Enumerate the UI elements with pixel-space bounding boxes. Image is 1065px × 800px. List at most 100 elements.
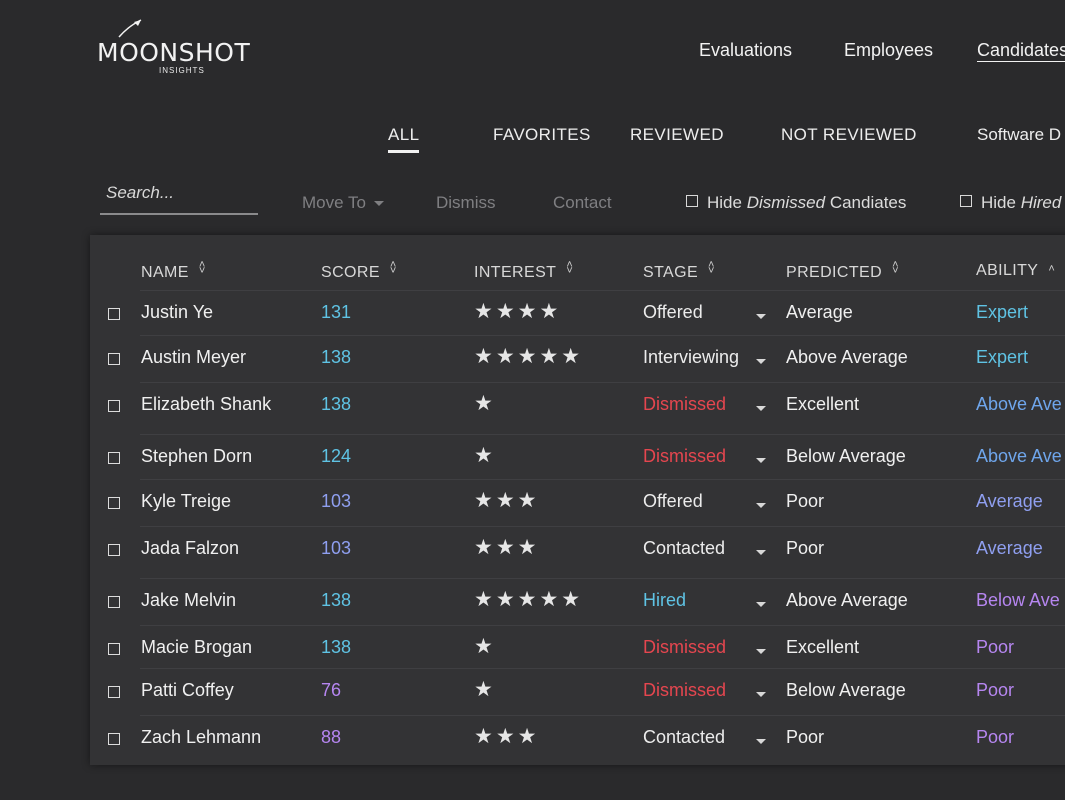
candidate-stage[interactable]: Interviewing [643, 347, 739, 368]
row-checkbox[interactable] [108, 596, 120, 608]
candidate-score: 76 [321, 680, 342, 700]
candidate-stage[interactable]: Dismissed [643, 446, 726, 467]
moonshot-logo[interactable]: MOONSHOT INSIGHTS [97, 18, 250, 80]
candidate-score: 138 [321, 637, 352, 657]
candidate-name[interactable]: Justin Ye [141, 302, 213, 323]
nav-candidates[interactable]: Candidates [977, 40, 1065, 61]
candidate-stage[interactable]: Contacted [643, 727, 725, 748]
interest-stars[interactable]: ★★★ [474, 535, 539, 560]
nav-employees[interactable]: Employees [844, 40, 933, 61]
row-checkbox[interactable] [108, 452, 120, 464]
candidate-name[interactable]: Macie Brogan [141, 637, 252, 658]
stage-dropdown-icon[interactable] [756, 739, 766, 744]
candidate-stage[interactable]: Offered [643, 302, 703, 323]
candidate-ability: Poor [976, 727, 1015, 747]
candidate-predicted: Above Average [786, 347, 908, 367]
hide-hired-toggle[interactable]: Hide Hired [960, 193, 1061, 213]
candidate-score: 124 [321, 446, 352, 466]
row-checkbox[interactable] [108, 643, 120, 655]
header-stage[interactable]: STAGE ˄ ˅ [643, 260, 715, 282]
candidate-stage[interactable]: Dismissed [643, 394, 726, 415]
hide-dismissed-post: Candiates [825, 193, 907, 212]
header-score[interactable]: SCORE ˄ ˅ [321, 259, 397, 282]
candidate-score: 131 [321, 302, 352, 322]
row-divider [140, 382, 1065, 383]
stage-dropdown-icon[interactable] [756, 314, 766, 319]
candidate-ability: Poor [976, 680, 1015, 700]
row-checkbox[interactable] [108, 686, 120, 698]
candidate-ability: Below Ave [976, 590, 1060, 610]
interest-stars[interactable]: ★★★★ [474, 299, 561, 324]
hide-hired-em: Hired [1020, 193, 1062, 212]
stage-dropdown-icon[interactable] [756, 458, 766, 463]
hide-dismissed-em: Dismissed [746, 193, 826, 212]
row-divider [140, 434, 1065, 435]
stage-dropdown-icon[interactable] [756, 649, 766, 654]
interest-stars[interactable]: ★★★ [474, 724, 539, 749]
candidate-stage[interactable]: Dismissed [643, 637, 726, 658]
dismiss-button[interactable]: Dismiss [436, 193, 496, 213]
candidate-name[interactable]: Jake Melvin [141, 590, 236, 611]
candidate-ability: Expert [976, 302, 1029, 322]
candidate-predicted: Poor [786, 491, 825, 511]
row-checkbox[interactable] [108, 308, 120, 320]
tab-software[interactable]: Software D [977, 125, 1061, 145]
candidate-predicted: Above Average [786, 590, 908, 610]
interest-stars[interactable]: ★★★★★ [474, 587, 583, 612]
stage-dropdown-icon[interactable] [756, 692, 766, 697]
interest-stars[interactable]: ★ [474, 634, 496, 659]
tab-not-reviewed[interactable]: NOT REVIEWED [781, 125, 917, 145]
candidate-name[interactable]: Zach Lehmann [141, 727, 261, 748]
header-predicted[interactable]: PREDICTED ˄ ˅ [786, 260, 899, 282]
interest-stars[interactable]: ★ [474, 391, 496, 416]
header-interest[interactable]: INTEREST ˄ ˅ [474, 259, 574, 282]
search-input[interactable] [100, 183, 256, 203]
sort-icon: ˄ ˅ [389, 259, 397, 277]
sort-icon: ˄ ˅ [566, 259, 574, 277]
stage-dropdown-icon[interactable] [756, 359, 766, 364]
interest-stars[interactable]: ★★★★★ [474, 344, 583, 369]
candidate-ability: Above Ave [976, 446, 1062, 466]
stage-dropdown-icon[interactable] [756, 602, 766, 607]
tab-all[interactable]: ALL [388, 125, 420, 153]
row-divider [140, 625, 1065, 626]
interest-stars[interactable]: ★ [474, 677, 496, 702]
candidate-predicted: Poor [786, 538, 825, 558]
candidate-name[interactable]: Elizabeth Shank [141, 394, 271, 415]
stage-dropdown-icon[interactable] [756, 503, 766, 508]
brand-sub: INSIGHTS [159, 66, 205, 75]
row-checkbox[interactable] [108, 733, 120, 745]
candidate-stage[interactable]: Offered [643, 491, 703, 512]
candidate-ability: Poor [976, 637, 1015, 657]
candidate-ability: Above Ave [976, 394, 1062, 414]
header-stage-label: STAGE [643, 264, 699, 281]
candidate-name[interactable]: Kyle Treige [141, 491, 231, 512]
candidate-stage[interactable]: Hired [643, 590, 686, 611]
candidate-stage[interactable]: Dismissed [643, 680, 726, 701]
header-name[interactable]: NAME ˄ ˅ [141, 260, 206, 282]
nav-evaluations[interactable]: Evaluations [699, 40, 792, 61]
interest-stars[interactable]: ★★★ [474, 488, 539, 513]
stage-dropdown-icon[interactable] [756, 406, 766, 411]
tab-reviewed[interactable]: REVIEWED [630, 125, 724, 145]
row-checkbox[interactable] [108, 544, 120, 556]
candidate-name[interactable]: Austin Meyer [141, 347, 246, 368]
candidate-predicted: Excellent [786, 394, 860, 414]
row-checkbox[interactable] [108, 353, 120, 365]
search-box [100, 183, 258, 215]
tab-favorites[interactable]: FAVORITES [493, 125, 591, 145]
header-ability[interactable]: ABILITY ˄ [976, 262, 1055, 280]
candidate-stage[interactable]: Contacted [643, 538, 725, 559]
candidate-predicted: Excellent [786, 637, 860, 657]
interest-stars[interactable]: ★ [474, 443, 496, 468]
row-checkbox[interactable] [108, 497, 120, 509]
candidate-name[interactable]: Stephen Dorn [141, 446, 252, 467]
candidate-name[interactable]: Patti Coffey [141, 680, 234, 701]
contact-button[interactable]: Contact [553, 193, 612, 213]
stage-dropdown-icon[interactable] [756, 550, 766, 555]
candidate-name[interactable]: Jada Falzon [141, 538, 239, 559]
hide-dismissed-toggle[interactable]: Hide Dismissed Candiates [686, 193, 906, 213]
row-checkbox[interactable] [108, 400, 120, 412]
move-to-dropdown[interactable]: Move To [302, 193, 384, 213]
row-divider [140, 668, 1065, 669]
